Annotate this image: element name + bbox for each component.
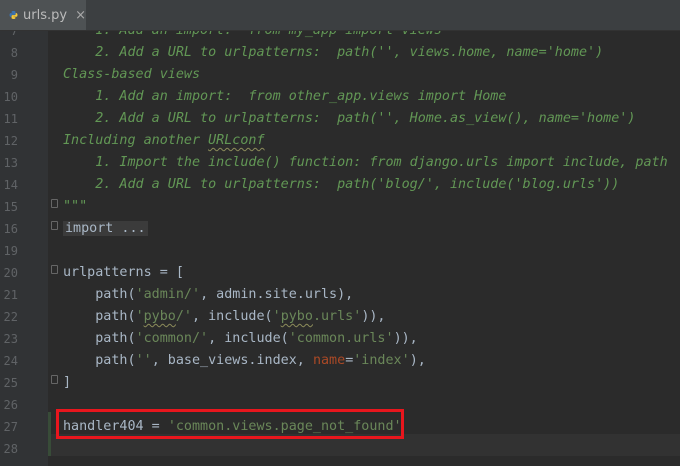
- line-number: 23: [3, 332, 18, 346]
- line-number: 11: [3, 112, 18, 126]
- code-token: pybo: [143, 309, 176, 324]
- fold-end-icon[interactable]: [51, 199, 58, 208]
- code-token: .urls': [312, 309, 362, 324]
- code-token: pybo: [280, 309, 313, 324]
- line-number: 13: [3, 156, 18, 170]
- line-number: 8: [10, 46, 18, 60]
- line-number: 22: [3, 310, 18, 324]
- code-token: , include(: [208, 331, 289, 346]
- code-line: import ...: [63, 218, 148, 240]
- python-file-icon: [9, 11, 18, 19]
- code-token: , admin.site.urls),: [200, 287, 354, 302]
- fold-expand-icon[interactable]: [51, 221, 58, 230]
- line-number-gutter: 7 8 9 10 11 12 13 14 15 16 19 20 21 22 2…: [0, 31, 48, 466]
- code-token: path(: [63, 331, 136, 346]
- code-token: Including another: [63, 133, 209, 148]
- line-number: 9: [10, 68, 18, 82]
- code-token: , include(: [192, 309, 273, 324]
- line-number: 24: [3, 354, 18, 368]
- tab-close-icon[interactable]: ×: [75, 8, 86, 23]
- line-number: 12: [3, 134, 18, 148]
- code-token: 'common.urls': [288, 331, 394, 346]
- code-line: 2. Add a URL to urlpatterns: path('blog/…: [63, 177, 620, 192]
- line-number: 7: [10, 31, 18, 38]
- annotation-highlight-box: [56, 409, 404, 439]
- code-token: ': [135, 309, 144, 324]
- line-number: 26: [3, 398, 18, 412]
- line-number: 19: [3, 244, 18, 258]
- tab-filename: urls.py: [23, 7, 68, 23]
- code-token: URLconf: [208, 133, 265, 148]
- line-number: 10: [3, 90, 18, 104]
- tab-urls-py[interactable]: urls.py ×: [0, 0, 86, 30]
- code-token: path(: [63, 287, 136, 302]
- change-marker: [48, 412, 51, 456]
- line-number: 16: [3, 222, 18, 236]
- code-token: 'common/': [135, 331, 209, 346]
- code-line: path('pybo/', include('pybo.urls')),: [63, 306, 386, 328]
- editor-tab-bar: urls.py ×: [0, 0, 680, 31]
- code-line: """: [63, 199, 88, 214]
- code-token: ': [272, 309, 281, 324]
- code-token: ),: [409, 353, 426, 368]
- code-token: , base_views.index,: [151, 353, 313, 368]
- code-line: 1. Add an import: from my_app import vie…: [63, 31, 442, 42]
- code-token: name: [312, 353, 346, 368]
- code-line: path('common/', include('common.urls')),: [63, 328, 418, 350]
- code-line: Class-based views: [63, 67, 201, 82]
- code-token: 'index': [353, 353, 410, 368]
- line-number: 14: [3, 178, 18, 192]
- folded-imports[interactable]: import ...: [63, 221, 148, 236]
- code-line: path('', base_views.index, name='index')…: [63, 350, 426, 372]
- code-editor[interactable]: 7 8 9 10 11 12 13 14 15 16 19 20 21 22 2…: [0, 31, 680, 466]
- code-line: 2. Add a URL to urlpatterns: path('', Ho…: [63, 111, 636, 126]
- code-line: 2. Add a URL to urlpatterns: path('', vi…: [63, 45, 604, 60]
- code-token: path(: [63, 353, 136, 368]
- line-number: 27: [3, 420, 18, 434]
- code-token: )),: [361, 309, 386, 324]
- code-token: /': [175, 309, 192, 324]
- fold-end-icon[interactable]: [51, 375, 58, 384]
- code-line: 1. Import the include() function: from d…: [63, 155, 668, 170]
- code-line: 1. Add an import: from other_app.views i…: [63, 89, 507, 104]
- code-token: path(: [63, 309, 136, 324]
- line-number: 25: [3, 376, 18, 390]
- code-token: 'admin/': [135, 287, 201, 302]
- line-number: 28: [3, 442, 18, 456]
- line-number: 21: [3, 288, 18, 302]
- code-line: urlpatterns = [: [63, 265, 184, 280]
- code-line: path('admin/', admin.site.urls),: [63, 284, 353, 306]
- line-number: 20: [3, 266, 18, 280]
- fold-collapse-icon[interactable]: [51, 265, 58, 274]
- line-number: 15: [3, 200, 18, 214]
- code-line: Including another URLconf: [63, 130, 265, 152]
- code-token: '': [135, 353, 152, 368]
- code-token: )),: [393, 331, 418, 346]
- code-line: ]: [63, 375, 72, 390]
